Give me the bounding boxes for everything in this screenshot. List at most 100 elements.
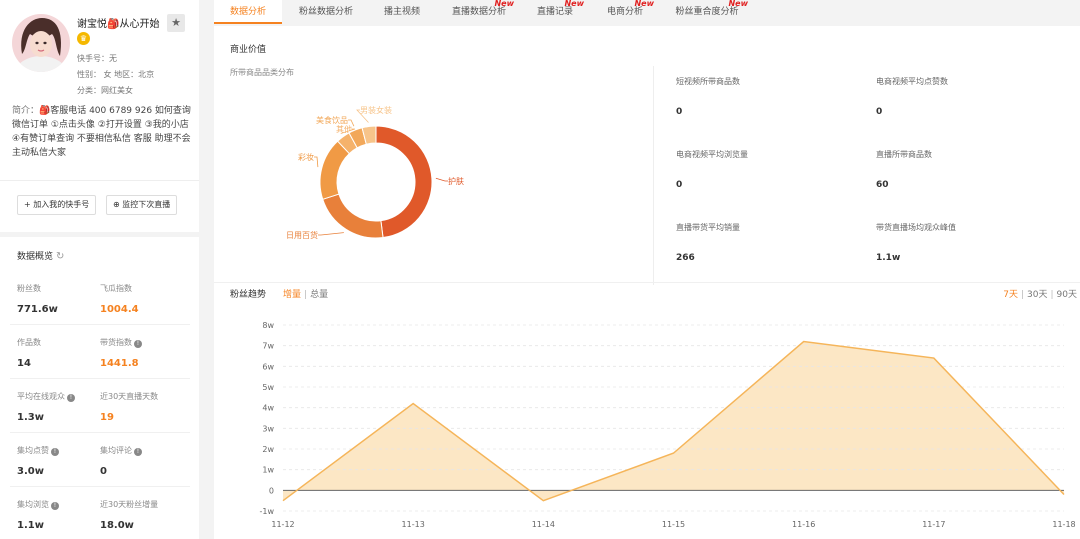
stat-label: 集均点赞! — [17, 445, 97, 456]
category-donut-chart: 护肤日用百货彩妆其他美食饮品男装女装 — [286, 105, 464, 240]
donut-leader-line — [435, 177, 448, 182]
y-tick-label: 3w — [262, 424, 274, 433]
total-toggle[interactable]: 总量 — [310, 290, 328, 300]
avatar[interactable] — [12, 14, 70, 72]
new-badge: New — [728, 0, 748, 8]
tab-bar: 数据分析 粉丝数据分析 播主视频 直播数据分析 New 直播记录 New 电商分析 New 粉丝重… — [214, 0, 1080, 24]
tab-2[interactable]: 播主视频 — [370, 0, 434, 24]
y-tick-label: 5w — [262, 383, 274, 392]
y-tick-label: 1w — [262, 466, 274, 475]
tab-1[interactable]: 粉丝数据分析 — [286, 0, 366, 24]
tab-0[interactable]: 数据分析 — [214, 0, 282, 24]
stat-value: 3.0w — [17, 466, 44, 477]
stat-label: 近30天粉丝增量 — [100, 500, 159, 509]
bio: 简介：🎒客服电话 400 6789 926 如何查询微信订单 ①点击头像 ②打开… — [12, 104, 194, 160]
bio-label: 简介： — [12, 106, 40, 116]
kpi-label: 电商视频平均浏览量 — [676, 150, 748, 159]
tab-label: 播主视频 — [383, 7, 420, 17]
horizontal-divider — [214, 282, 1080, 283]
x-tick-label: 11-14 — [532, 520, 555, 529]
stat-label: 带货指数! — [100, 337, 180, 348]
kpi-value: 60 — [876, 180, 889, 190]
tab-3[interactable]: 直播数据分析 New — [440, 0, 518, 24]
tab-5[interactable]: 电商分析 New — [592, 0, 658, 24]
range-option-2[interactable]: 90天 — [1057, 290, 1077, 300]
add-to-my-kuaishou-button[interactable]: + 加入我的快手号 — [17, 195, 97, 215]
y-tick-label: 0 — [269, 486, 274, 495]
kpi-label: 电商视频平均点赞数 — [876, 77, 948, 86]
donut-leader-line — [318, 232, 344, 236]
range-option-0[interactable]: 7天 — [1003, 290, 1018, 300]
stat-8: 集均浏览! 1.1w — [17, 499, 97, 531]
new-badge: New — [634, 0, 654, 8]
donut-leader-line — [314, 156, 319, 168]
toggle-separator: | — [304, 290, 308, 300]
stat-value: 0 — [100, 466, 107, 477]
y-tick-label: -1w — [259, 507, 274, 516]
kpi-value: 0 — [676, 180, 683, 190]
kpi-1: 电商视频平均点赞数 0 — [876, 76, 1056, 117]
favorite-star-icon[interactable]: ★ — [167, 14, 185, 32]
stat-value: 1.1w — [17, 520, 44, 531]
stat-label: 集均评论! — [100, 445, 180, 456]
info-icon[interactable]: ! — [134, 340, 142, 348]
stat-label: 粉丝数 — [17, 284, 41, 293]
info-icon[interactable]: ! — [134, 448, 142, 456]
stat-value: 19 — [100, 412, 114, 423]
donut-label: 男装女装 — [360, 105, 392, 115]
app-root: 谢宝悦🎒从心开始 ★ ♛ 快手号：无 性别： 女 地区：北京 分类：网红美女 简… — [0, 0, 1080, 539]
y-tick-label: 4w — [262, 404, 274, 413]
stat-row-divider — [10, 486, 190, 487]
range-selector: 7天 | 30天 | 90天 — [1003, 287, 1077, 300]
kpi-label: 直播带货平均销量 — [676, 223, 740, 232]
stat-label: 平均在线观众! — [17, 391, 97, 402]
donut-slice-1[interactable] — [322, 193, 384, 239]
stat-5: 近30天直播天数 19 — [100, 391, 180, 423]
x-tick-label: 11-13 — [402, 520, 425, 529]
stat-value: 1004.4 — [100, 304, 139, 315]
category-distribution-title: 所带商品品类分布 — [230, 68, 294, 77]
x-tick-label: 11-16 — [792, 520, 815, 529]
kuaishou-id: 快手号：无 — [77, 54, 117, 63]
stat-row-divider — [10, 378, 190, 379]
tab-6[interactable]: 粉丝重合度分析 New — [662, 0, 752, 24]
donut-slice-0[interactable] — [375, 125, 433, 239]
x-tick-label: 11-18 — [1052, 520, 1075, 529]
stat-row-divider — [10, 324, 190, 325]
refresh-icon[interactable]: ↻ — [56, 251, 64, 262]
donut-slice-2[interactable] — [319, 140, 351, 200]
stat-6: 集均点赞! 3.0w — [17, 445, 97, 477]
increment-toggle[interactable]: 增量 — [283, 290, 301, 300]
vertical-divider — [653, 66, 654, 285]
profile-name: 谢宝悦🎒从心开始 — [77, 19, 160, 30]
tab-label: 数据分析 — [229, 7, 266, 17]
stat-1: 飞瓜指数 1004.4 — [100, 283, 180, 315]
stat-row-divider — [10, 432, 190, 433]
verified-crown-icon: ♛ — [77, 32, 90, 45]
kpi-3: 直播所带商品数 60 — [876, 149, 1056, 190]
info-icon[interactable]: ! — [67, 394, 75, 402]
kpi-4: 直播带货平均销量 266 — [676, 222, 856, 263]
donut-label: 护肤 — [448, 176, 464, 186]
stat-value: 1441.8 — [100, 358, 139, 369]
info-icon[interactable]: ! — [51, 448, 59, 456]
kpi-value: 1.1w — [876, 253, 901, 263]
range-option-1[interactable]: 30天 — [1027, 290, 1047, 300]
y-tick-label: 6w — [262, 362, 274, 371]
x-tick-label: 11-12 — [271, 520, 294, 529]
commerce-title: 商业价值 — [230, 45, 267, 55]
y-tick-label: 8w — [262, 321, 274, 330]
trend-mode-toggle: 增量 | 总量 — [283, 287, 328, 300]
x-tick-label: 11-17 — [922, 520, 945, 529]
stat-7: 集均评论! 0 — [100, 445, 180, 477]
stat-value: 18.0w — [100, 520, 134, 531]
x-tick-label: 11-15 — [662, 520, 685, 529]
fan-trend-title: 粉丝趋势 — [230, 290, 267, 300]
tab-4[interactable]: 直播记录 New — [522, 0, 588, 24]
stat-label: 飞瓜指数 — [100, 284, 132, 293]
trend-area — [283, 341, 1064, 501]
info-icon[interactable]: ! — [51, 502, 59, 510]
monitor-next-live-button[interactable]: ⊕ 监控下次直播 — [106, 195, 178, 215]
stat-label: 作品数 — [17, 338, 41, 347]
stat-value: 14 — [17, 358, 31, 369]
